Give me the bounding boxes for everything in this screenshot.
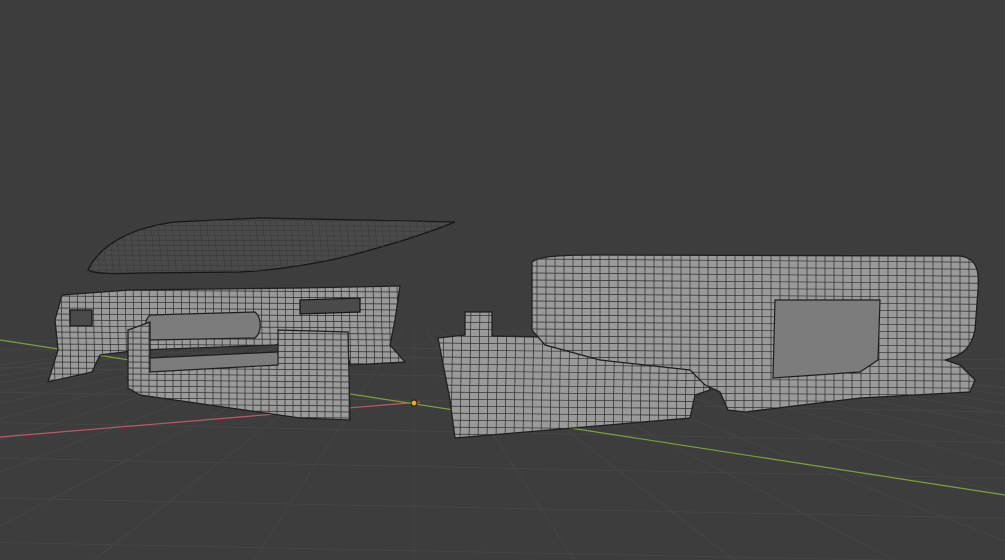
hood-mesh[interactable] (80, 215, 464, 281)
3d-viewport[interactable] (0, 0, 1005, 560)
license-plate-recess (772, 299, 881, 379)
origin-point (410, 399, 418, 407)
fog-light-right (299, 297, 361, 315)
viewport-canvas[interactable] (0, 0, 1005, 560)
x-axis-line (0, 401, 421, 438)
fog-light-left (69, 309, 93, 327)
grille-opening (144, 311, 261, 341)
